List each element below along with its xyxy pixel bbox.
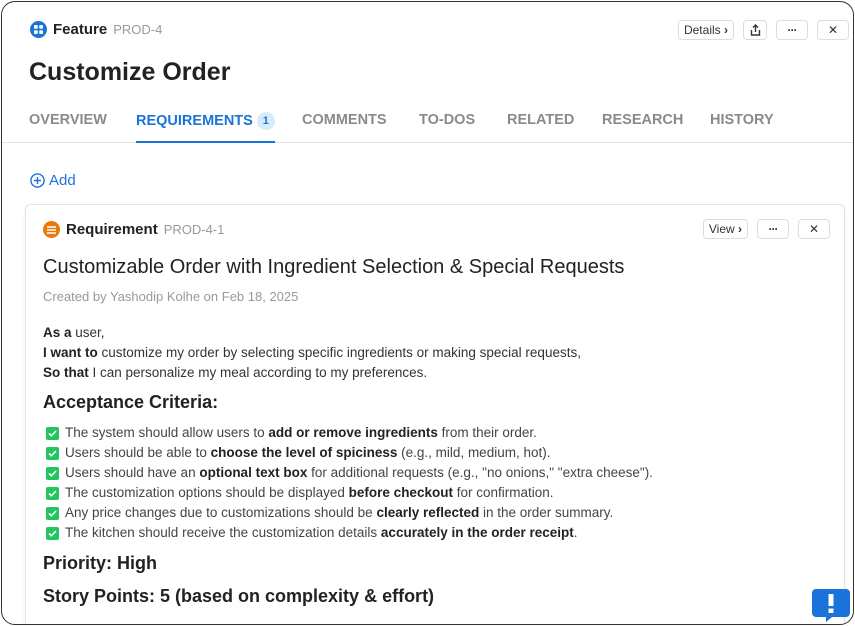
feature-window: Feature PROD-4 Details › ··· ✕ Customize… — [1, 1, 854, 625]
story-keyword: I want to — [43, 345, 98, 360]
story-keyword: As a — [43, 325, 72, 340]
details-button[interactable]: Details › — [677, 20, 734, 40]
tab-history[interactable]: HISTORY — [710, 112, 774, 141]
tab-related[interactable]: RELATED — [507, 112, 574, 141]
criteria-item: Users should be able to choose the level… — [46, 443, 653, 463]
tab-research[interactable]: RESEARCH — [602, 112, 683, 141]
record-header: Feature PROD-4 — [30, 21, 162, 38]
tab-comments[interactable]: COMMENTS — [302, 112, 387, 141]
tab-label: COMMENTS — [302, 112, 387, 128]
checkbox-checked-icon — [46, 526, 59, 540]
chevron-right-icon: › — [724, 23, 728, 37]
criteria-item: The kitchen should receive the customiza… — [46, 523, 653, 543]
more-icon: ··· — [768, 222, 779, 236]
checkbox-checked-icon — [46, 506, 59, 520]
tab-label: RESEARCH — [602, 112, 684, 128]
criteria-text: for confirmation. — [452, 485, 554, 500]
criteria-text: Any price changes due to customizations … — [65, 505, 377, 520]
feature-grid-icon — [30, 21, 47, 38]
criteria-bold: accurately in the order receipt — [380, 525, 574, 540]
criteria-text: (e.g., mild, medium, hot). — [397, 445, 551, 460]
story-keyword: So that — [43, 365, 89, 380]
tab-label: OVERVIEW — [29, 112, 107, 128]
page-title: Customize Order — [29, 58, 231, 86]
plus-circle-icon — [30, 173, 45, 188]
more-button[interactable]: ··· — [776, 20, 808, 40]
tab-bar: OVERVIEW REQUIREMENTS 1 COMMENTS TO-DOS R… — [2, 108, 853, 143]
close-icon: ✕ — [808, 222, 820, 236]
criteria-text: Users should have an — [65, 465, 200, 480]
criteria-bold: before checkout — [348, 485, 453, 500]
criteria-item: Users should have an optional text box f… — [46, 463, 653, 483]
criteria-text: for additional requests (e.g., "no onion… — [307, 465, 653, 480]
criteria-bold: optional text box — [199, 465, 308, 480]
criteria-text: from their order. — [437, 425, 537, 440]
tab-to-dos[interactable]: TO-DOS — [419, 112, 475, 141]
tab-label: REQUIREMENTS — [136, 113, 253, 129]
view-button[interactable]: View › — [702, 219, 748, 239]
user-story: As a user, I want to customize my order … — [43, 323, 581, 383]
chevron-right-icon: › — [738, 222, 742, 236]
criteria-text: in the order summary. — [479, 505, 614, 520]
tab-requirements[interactable]: REQUIREMENTS 1 — [136, 112, 275, 143]
share-button[interactable] — [743, 20, 767, 40]
criteria-item: The system should allow users to add or … — [46, 423, 653, 443]
requirement-more-button[interactable]: ··· — [757, 219, 789, 239]
story-line: So that I can personalize my meal accord… — [43, 363, 581, 383]
story-text: customize my order by selecting specific… — [97, 345, 581, 360]
requirement-title: Customizable Order with Ingredient Selec… — [43, 256, 625, 278]
tab-label: RELATED — [507, 112, 575, 128]
criteria-text: . — [573, 525, 578, 540]
criteria-bold: choose the level of spiciness — [210, 445, 398, 460]
close-button[interactable]: ✕ — [817, 20, 849, 40]
criteria-bold: clearly reflected — [376, 505, 480, 520]
criteria-list: The system should allow users to add or … — [46, 423, 653, 543]
share-icon — [750, 24, 760, 36]
story-line: As a user, — [43, 323, 581, 343]
help-chat-button[interactable] — [812, 589, 850, 622]
record-key: PROD-4 — [113, 22, 163, 37]
requirement-key: PROD-4-1 — [163, 222, 225, 237]
feedback-exclamation-icon — [812, 589, 850, 622]
details-label: Details — [683, 23, 721, 37]
priority: Priority: High — [43, 553, 158, 573]
checkbox-checked-icon — [46, 446, 59, 460]
criteria-heading: Acceptance Criteria: — [43, 392, 219, 412]
criteria-text: Users should be able to — [65, 445, 211, 460]
requirement-type: Requirement — [66, 221, 158, 238]
view-label: View — [708, 222, 735, 236]
story-points: Story Points: 5 (based on complexity & e… — [43, 586, 435, 606]
add-label: Add — [49, 172, 76, 189]
checkbox-checked-icon — [46, 486, 59, 500]
add-button[interactable]: Add — [30, 172, 76, 189]
requirement-list-icon — [43, 221, 60, 238]
story-text: I can personalize my meal according to m… — [88, 365, 428, 380]
criteria-text: The kitchen should receive the customiza… — [65, 525, 381, 540]
checkbox-checked-icon — [46, 426, 59, 440]
tab-label: HISTORY — [710, 112, 774, 128]
story-text: user, — [71, 325, 105, 340]
tab-label: TO-DOS — [419, 112, 476, 128]
checkbox-checked-icon — [46, 466, 59, 480]
criteria-bold: add or remove ingredients — [268, 425, 438, 440]
close-icon: ✕ — [827, 23, 839, 37]
story-line: I want to customize my order by selectin… — [43, 343, 581, 363]
requirement-card: Requirement PROD-4-1 View › ··· ✕ Custom… — [25, 204, 845, 624]
created-by: Created by Yashodip Kolhe on Feb 18, 202… — [43, 289, 299, 304]
criteria-text: The customization options should be disp… — [65, 485, 349, 500]
more-icon: ··· — [787, 23, 798, 37]
criteria-item: Any price changes due to customizations … — [46, 503, 653, 523]
criteria-item: The customization options should be disp… — [46, 483, 653, 503]
criteria-text: The system should allow users to — [65, 425, 269, 440]
tab-overview[interactable]: OVERVIEW — [29, 112, 107, 141]
count-badge: 1 — [256, 112, 275, 130]
requirement-close-button[interactable]: ✕ — [798, 219, 830, 239]
record-type: Feature — [53, 21, 108, 38]
